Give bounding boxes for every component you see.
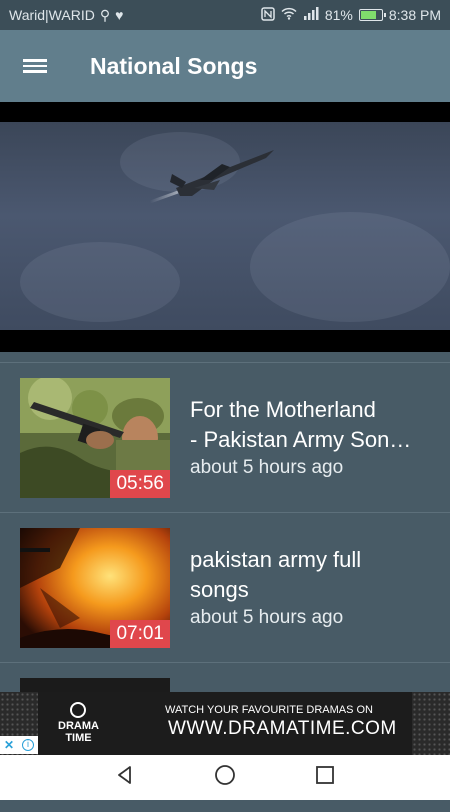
list-item[interactable]: 05:56 For the Motherland - Pakistan Army… — [0, 362, 450, 512]
carrier-label: Warid|WARID — [9, 7, 95, 23]
video-player[interactable] — [0, 102, 450, 352]
video-title[interactable]: pakistan army full songs — [190, 545, 440, 605]
heart-icon: ♥ — [115, 7, 124, 23]
system-nav-bar — [0, 755, 450, 800]
app-bar: National Songs — [0, 30, 450, 102]
nfc-icon — [261, 6, 275, 24]
battery-percent: 81% — [324, 7, 353, 23]
video-frame[interactable] — [0, 122, 450, 330]
video-timestamp: about 5 hours ago — [190, 607, 344, 628]
back-icon[interactable] — [115, 765, 135, 790]
video-title[interactable]: For the Motherland - Pakistan Army Son… — [190, 395, 440, 455]
ad-banner[interactable]: DRAMA TIME WATCH YOUR FAVOURITE DRAMAS O… — [0, 692, 450, 755]
ad-url: WWW.DRAMATIME.COM — [168, 718, 397, 739]
page-title: National Songs — [90, 52, 258, 79]
signal-icon — [303, 7, 319, 23]
jet-image — [149, 150, 274, 204]
duration-badge: 05:56 — [110, 470, 170, 498]
ad-logo: DRAMA TIME — [58, 702, 99, 744]
recents-icon[interactable] — [315, 765, 335, 790]
menu-icon[interactable] — [0, 30, 70, 102]
video-thumbnail[interactable]: 07:01 — [20, 528, 170, 648]
clock: 8:38 PM — [388, 7, 441, 23]
home-icon[interactable] — [214, 764, 236, 791]
ad-tagline: WATCH YOUR FAVOURITE DRAMAS ON — [165, 704, 373, 716]
battery-icon — [358, 9, 386, 21]
ad-choices-button[interactable]: ✕ i — [0, 736, 38, 754]
info-icon[interactable]: i — [22, 739, 35, 751]
ad-pattern-right — [412, 692, 450, 755]
video-timestamp: about 5 hours ago — [190, 457, 344, 478]
duration-badge: 07:01 — [110, 620, 170, 648]
usb-icon: ⚲ — [99, 6, 111, 23]
wifi-icon — [281, 7, 297, 23]
list-item[interactable]: 07:01 pakistan army full songs about 5 h… — [0, 512, 450, 662]
status-bar: Warid|WARID ⚲ ♥ 81% 8:38 PM — [0, 0, 450, 30]
video-thumbnail[interactable]: 05:56 — [20, 378, 170, 498]
close-icon[interactable]: ✕ — [4, 738, 14, 752]
